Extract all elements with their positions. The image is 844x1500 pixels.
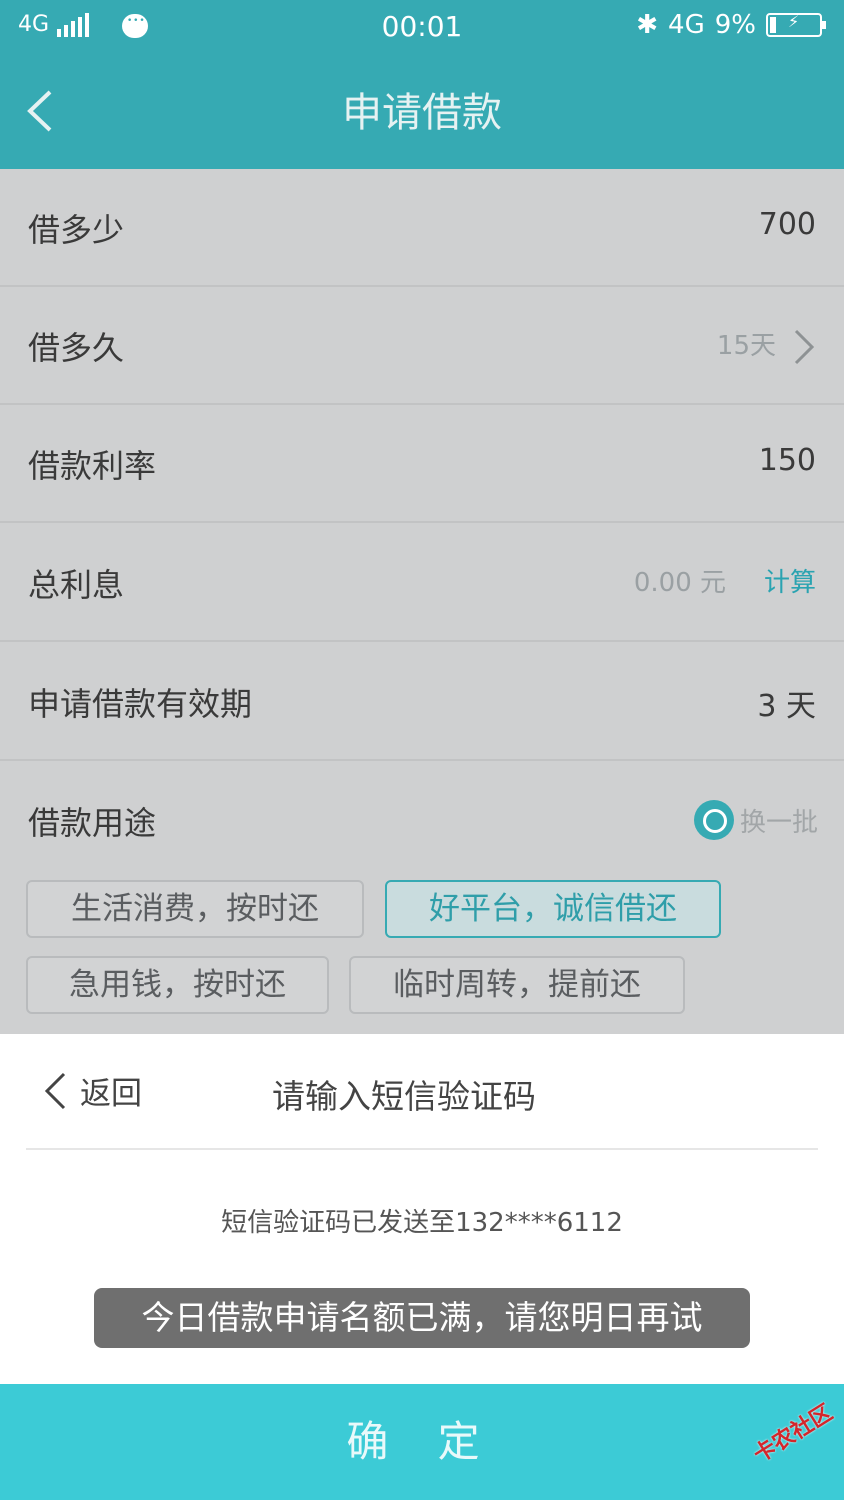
toast-message: 今日借款申请名额已满，请您明日再试 [94,1288,750,1348]
interest-value: 0.00 元 [633,568,726,598]
divider [26,1148,818,1150]
amount-row[interactable]: 借多少 700 [0,169,844,287]
purpose-tag-selected[interactable]: 好平台，诚信借还 [385,880,721,938]
validity-label: 申请借款有效期 [28,685,253,723]
chevron-left-icon [44,1072,66,1109]
rate-label: 借款利率 [28,447,157,485]
purpose-tag[interactable]: 生活消费，按时还 [26,880,364,938]
amount-value: 700 [758,207,816,242]
duration-label: 借多久 [28,329,125,367]
confirm-button[interactable]: 确 定 [0,1384,844,1500]
sheet-title: 请输入短信验证码 [272,1077,536,1116]
amount-label: 借多少 [28,211,125,249]
battery-percent: 9% [714,10,756,40]
rate-value: 150 [758,443,816,478]
purpose-section: 借款用途 换一批 生活消费，按时还 好平台，诚信借还 急用钱，按时还 临时周转，… [0,762,844,1034]
refresh-icon [693,800,734,840]
validity-row: 申请借款有效期 3 天 [0,643,844,761]
bluetooth-icon: ✱ [636,10,659,40]
page-title: 申请借款 [342,90,502,136]
chevron-right-icon [794,329,815,365]
refresh-label: 换一批 [739,807,818,838]
app-header: 申请借款 [0,56,844,169]
sms-sent-text: 短信验证码已发送至132****6112 [221,1208,623,1238]
sheet-back-label: 返回 [80,1076,142,1112]
battery-icon: ⚡ [766,12,826,37]
duration-value: 15天 [716,331,776,361]
status-right: ✱ 4G 9% ⚡ [636,10,826,40]
rate-row: 借款利率 150 [0,405,844,523]
calculate-button[interactable]: 计算 [764,562,816,599]
sheet-back-button[interactable]: 返回 [42,1068,142,1113]
duration-row[interactable]: 借多久 15天 [0,287,844,405]
network-type-right: 4G [668,10,705,40]
interest-label: 总利息 [28,566,125,604]
purpose-tag[interactable]: 临时周转，提前还 [349,956,685,1014]
validity-value: 3 天 [757,689,816,724]
purpose-tag[interactable]: 急用钱，按时还 [26,956,329,1014]
purpose-label: 借款用途 [28,804,157,842]
status-bar: 4G 00:01 ✱ 4G 9% ⚡ [0,0,844,56]
interest-row: 总利息 0.00 元 计算 [0,524,844,642]
refresh-button[interactable]: 换一批 [693,800,818,840]
